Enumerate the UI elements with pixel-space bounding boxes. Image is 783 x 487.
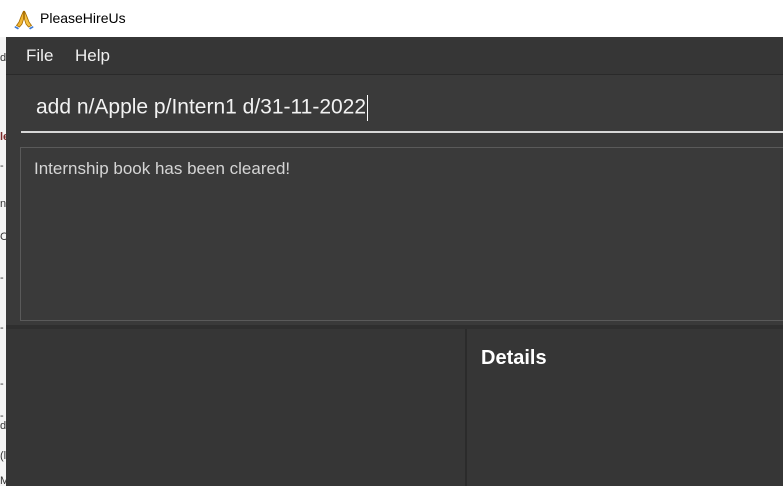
- menu-bar: File Help: [6, 37, 783, 75]
- command-input-text: add n/Apple p/Intern1 d/31-11-2022: [36, 95, 369, 121]
- window-title-bar[interactable]: PleaseHireUs: [0, 0, 783, 37]
- praying-hands-icon: [14, 10, 34, 30]
- menu-help[interactable]: Help: [75, 46, 110, 66]
- text-caret: [367, 95, 369, 121]
- window-title: PleaseHireUs: [40, 10, 126, 26]
- details-panel: Details: [467, 329, 783, 486]
- result-message: Internship book has been cleared!: [34, 159, 291, 178]
- internship-list-panel[interactable]: [6, 329, 466, 486]
- details-title: Details: [481, 347, 547, 369]
- command-input[interactable]: add n/Apple p/Intern1 d/31-11-2022: [21, 87, 783, 133]
- command-input-value: add n/Apple p/Intern1 d/31-11-2022: [36, 95, 367, 119]
- menu-file[interactable]: File: [26, 46, 53, 66]
- result-display: Internship book has been cleared!: [20, 147, 783, 321]
- app-window: File Help add n/Apple p/Intern1 d/31-11-…: [6, 37, 783, 486]
